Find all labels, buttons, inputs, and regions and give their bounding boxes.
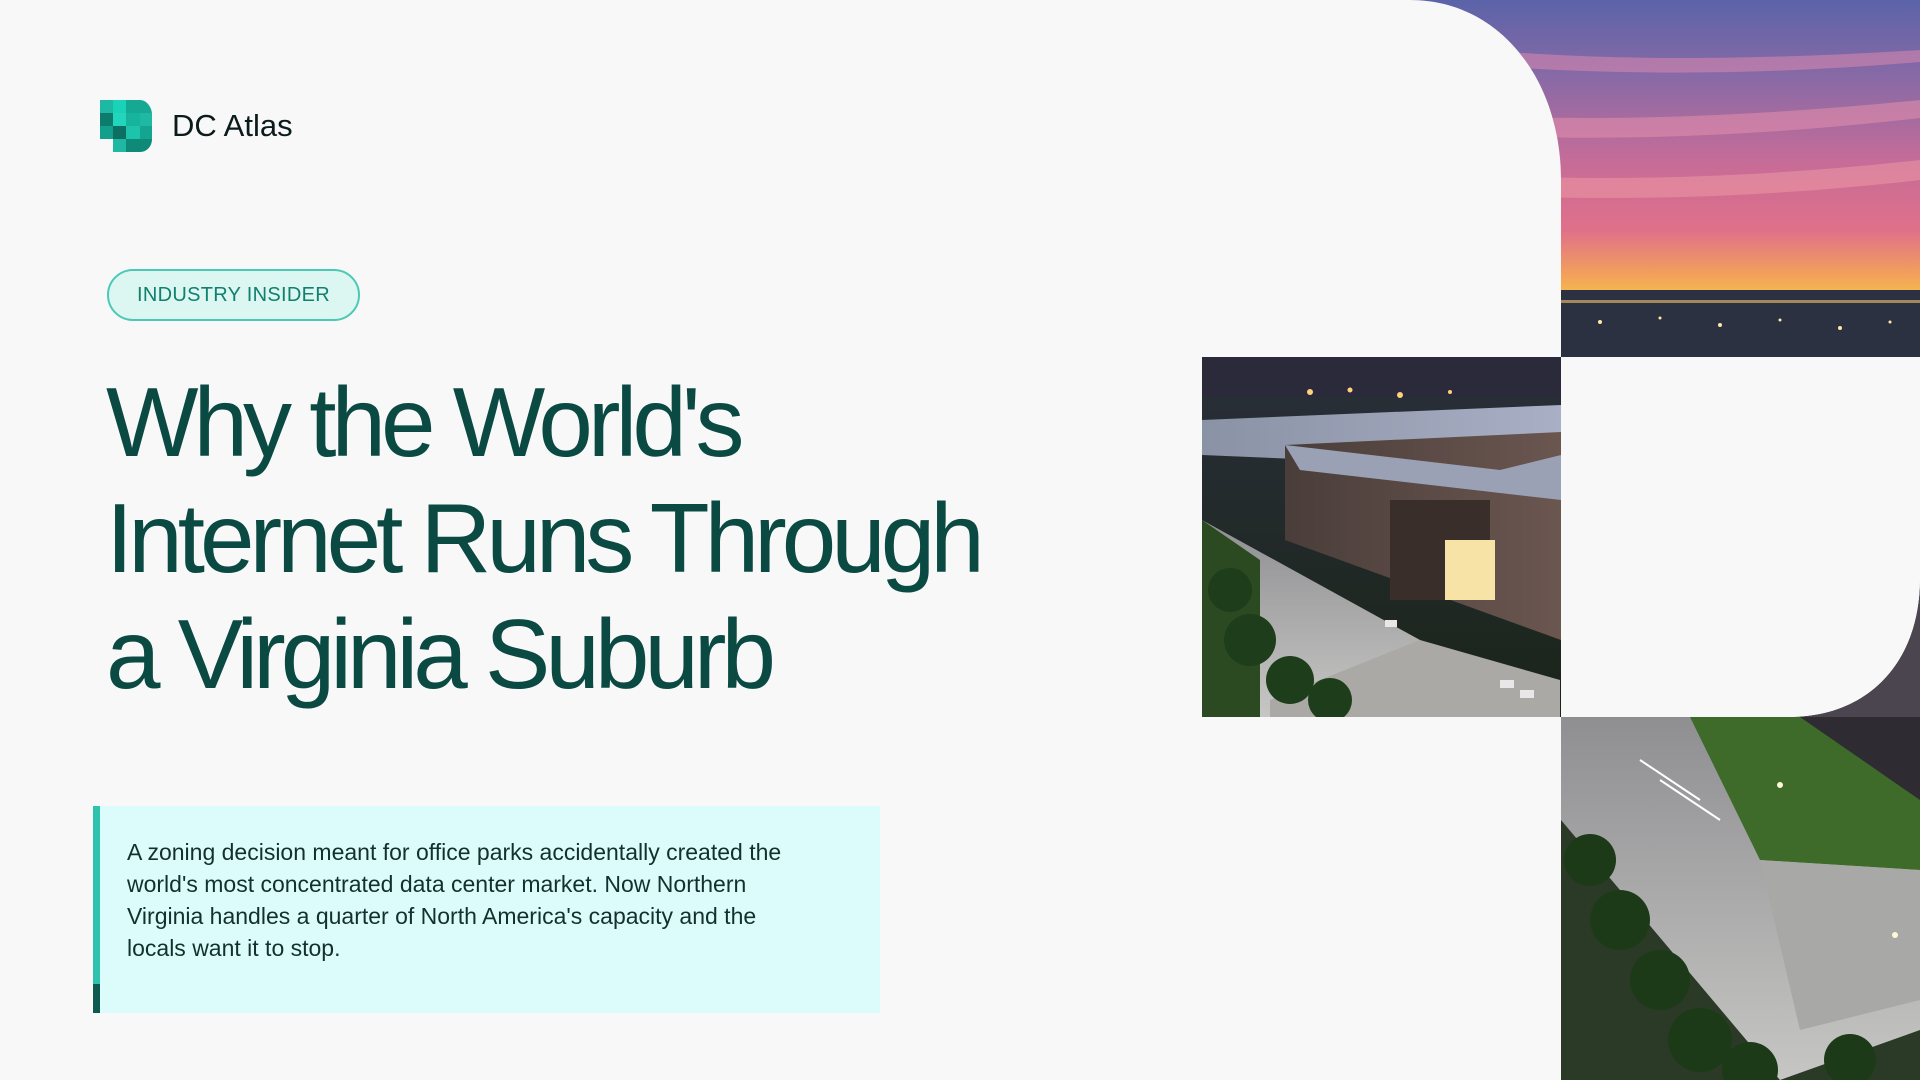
article-summary-callout: A zoning decision meant for office parks… xyxy=(93,806,880,1013)
dc-atlas-logo-icon xyxy=(100,100,152,152)
callout-accent-bar xyxy=(93,806,100,1013)
article-title-line-2: Internet Runs Through xyxy=(106,483,985,593)
article-summary: A zoning decision meant for office parks… xyxy=(127,839,782,961)
article-title: Why the World's Internet Runs Through a … xyxy=(106,364,1006,712)
article-title-line-3: a Virginia Suburb xyxy=(106,599,776,709)
category-tag-label: INDUSTRY INSIDER xyxy=(137,283,330,306)
slide: DC Atlas INDUSTRY INSIDER Why the World'… xyxy=(0,0,1920,1080)
article-title-line-1: Why the World's xyxy=(106,367,745,477)
brand-logo[interactable]: DC Atlas xyxy=(100,100,293,152)
category-tag[interactable]: INDUSTRY INSIDER xyxy=(107,269,360,321)
brand-name: DC Atlas xyxy=(172,108,293,143)
